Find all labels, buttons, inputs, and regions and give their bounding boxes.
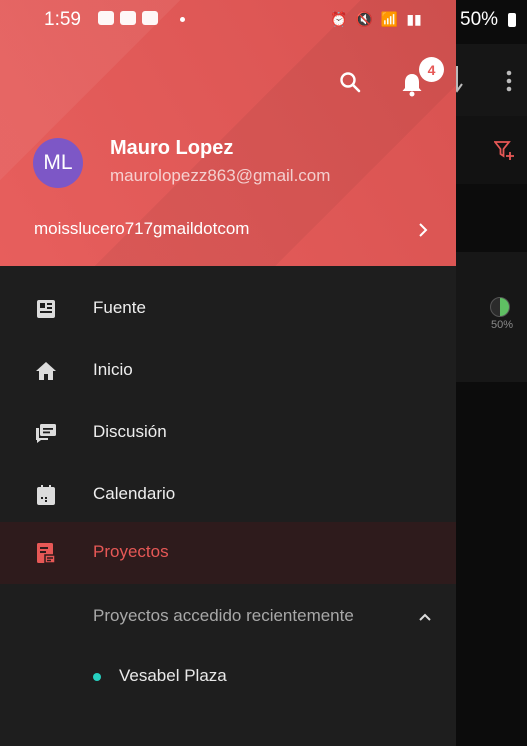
navigation-drawer: 4 ML Mauro Lopez maurolopezz863@gmail.co…: [0, 0, 456, 746]
menu-item-discusion[interactable]: Discusión: [0, 402, 456, 464]
projects-icon: [37, 543, 56, 564]
discussion-icon: [36, 424, 56, 443]
menu-item-label: Fuente: [93, 298, 146, 317]
account-switcher[interactable]: moisslucero717gmaildotcom: [0, 210, 456, 250]
notification-count-badge: 4: [419, 57, 444, 82]
search-icon[interactable]: [338, 70, 362, 94]
calendar-icon: [37, 485, 55, 505]
menu-item-fuente[interactable]: Fuente: [0, 278, 456, 340]
project-color-dot: [93, 673, 101, 681]
menu-item-label: Inicio: [93, 360, 133, 379]
chevron-right-icon: [419, 223, 428, 237]
menu-item-proyectos[interactable]: Proyectos: [0, 522, 456, 584]
recent-project-item[interactable]: Vesabel Plaza: [0, 646, 456, 708]
user-email: maurolopezz863@gmail.com: [110, 166, 331, 185]
more-options-icon[interactable]: [506, 70, 512, 92]
chevron-up-icon: [419, 613, 431, 621]
menu-item-label: Discusión: [93, 422, 167, 441]
feed-icon: [37, 300, 55, 318]
menu-item-inicio[interactable]: Inicio: [0, 340, 456, 402]
recent-project-label: Vesabel Plaza: [119, 666, 227, 685]
account-name: moisslucero717gmaildotcom: [34, 219, 250, 238]
drawer-header: 4 ML Mauro Lopez maurolopezz863@gmail.co…: [0, 0, 456, 266]
home-icon: [36, 362, 56, 380]
recent-projects-label: Proyectos accedido recientemente: [93, 606, 354, 625]
progress-indicator-icon: [490, 297, 510, 317]
recent-projects-header[interactable]: Proyectos accedido recientemente: [0, 584, 456, 646]
progress-percent: 50%: [491, 319, 514, 331]
menu-item-calendario[interactable]: Calendario: [0, 464, 456, 526]
user-name: Mauro Lopez: [110, 137, 234, 159]
menu-item-label: Proyectos: [93, 542, 169, 561]
add-filter-icon[interactable]: [494, 140, 516, 162]
menu-item-label: Calendario: [93, 484, 176, 503]
avatar[interactable]: ML: [33, 138, 83, 188]
